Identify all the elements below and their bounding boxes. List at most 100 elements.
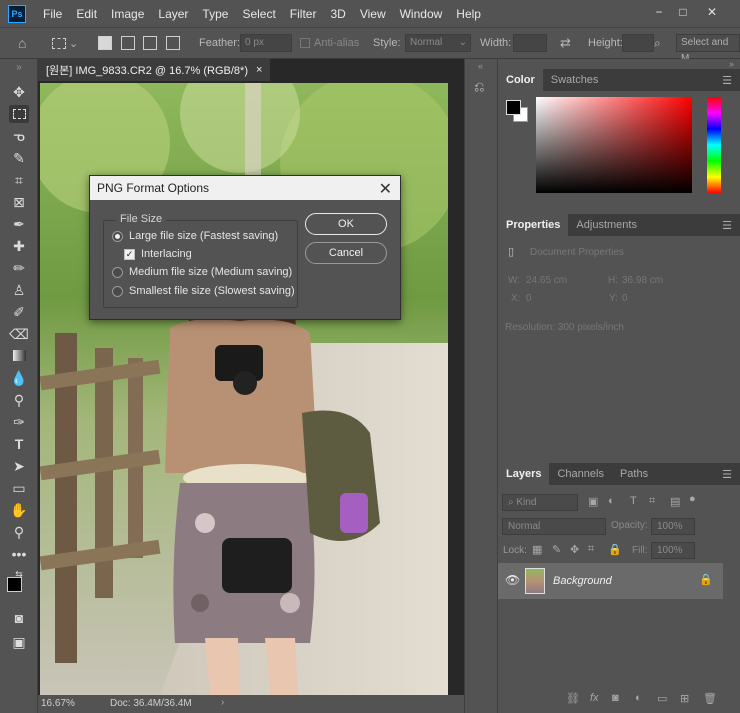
blend-mode-select[interactable]: Normal <box>502 518 606 535</box>
radio-smallest-file[interactable]: Smallest file size (Slowest saving) <box>112 285 295 297</box>
tab-layers[interactable]: Layers <box>498 463 550 485</box>
radio-button[interactable] <box>112 285 123 297</box>
gradient-tool-icon[interactable] <box>9 347 29 365</box>
minimize-button[interactable]: − <box>650 4 668 20</box>
tab-adjustments[interactable]: Adjustments <box>568 214 645 236</box>
quick-mask-icon[interactable]: ◙ <box>9 609 29 627</box>
width-input[interactable] <box>513 34 547 52</box>
document-tab[interactable]: [원본] IMG_9833.CR2 @ 16.7% (RGB/8*) × <box>38 59 271 81</box>
panel-menu-icon[interactable]: ☰ <box>722 468 732 481</box>
lasso-tool-icon[interactable]: ᓀ <box>9 127 29 145</box>
tab-paths[interactable]: Paths <box>612 463 656 485</box>
photoshop-logo[interactable]: Ps <box>8 4 26 23</box>
fx-icon[interactable]: fx <box>590 692 599 704</box>
menu-help[interactable]: Help <box>449 7 488 21</box>
panel-menu-icon[interactable]: ☰ <box>722 219 732 232</box>
more-tools-icon[interactable]: ••• <box>9 545 29 563</box>
tab-color[interactable]: Color <box>498 69 543 91</box>
eyedropper-tool-icon[interactable]: ✒ <box>9 215 29 233</box>
tab-channels[interactable]: Channels <box>549 463 611 485</box>
dodge-tool-icon[interactable]: ⚲ <box>9 391 29 409</box>
filter-toggle-icon[interactable]: ● <box>689 493 696 505</box>
marquee-tool-icon[interactable] <box>9 105 29 123</box>
lock-position-icon[interactable]: ✥ <box>570 543 579 556</box>
smart-object-filter-icon[interactable]: ▤ <box>670 495 680 508</box>
radio-large-file[interactable]: Large file size (Fastest saving) <box>112 230 278 242</box>
tab-properties[interactable]: Properties <box>498 214 569 236</box>
hand-tool-icon[interactable]: ✋ <box>9 501 29 519</box>
zoom-tool-icon[interactable]: ⚲ <box>9 523 29 541</box>
add-selection-icon[interactable] <box>121 36 135 50</box>
foreground-color-swatch[interactable] <box>7 577 22 592</box>
link-layers-icon[interactable]: ⛓ <box>566 692 580 705</box>
anti-alias-checkbox[interactable]: Anti-alias <box>300 28 359 58</box>
blur-tool-icon[interactable]: 💧 <box>9 369 29 387</box>
layer-name[interactable]: Background <box>553 575 612 587</box>
marquee-preset-icon[interactable]: ⌄ <box>52 28 78 58</box>
rectangle-tool-icon[interactable]: ▭ <box>9 479 29 497</box>
path-select-icon[interactable]: ➤ <box>9 457 29 475</box>
radio-button[interactable] <box>112 266 123 278</box>
shape-filter-icon[interactable]: ⌗ <box>649 495 655 508</box>
menu-layer[interactable]: Layer <box>151 7 195 21</box>
pixel-filter-icon[interactable]: ▣ <box>588 495 598 508</box>
zoom-level[interactable]: 16.67% <box>41 698 75 709</box>
type-tool-icon[interactable]: T <box>9 435 29 453</box>
panel-menu-icon[interactable]: ☰ <box>722 74 732 87</box>
hue-slider[interactable] <box>707 97 721 193</box>
new-selection-icon[interactable] <box>98 36 112 50</box>
menu-window[interactable]: Window <box>393 7 450 21</box>
new-layer-icon[interactable]: ⊞ <box>680 692 689 705</box>
new-group-icon[interactable]: ▭ <box>657 692 667 705</box>
feather-input[interactable]: 0 px <box>240 34 292 52</box>
quick-select-tool-icon[interactable]: ✎ <box>9 149 29 167</box>
select-and-mask-button[interactable]: Select and M <box>676 34 740 64</box>
status-menu-icon[interactable]: › <box>221 697 224 708</box>
height-input[interactable] <box>622 34 654 52</box>
style-select[interactable]: Normal ⌄ <box>405 34 471 52</box>
radio-medium-file[interactable]: Medium file size (Medium saving) <box>112 266 292 278</box>
menu-view[interactable]: View <box>353 7 393 21</box>
adjustment-filter-icon[interactable]: ◐ <box>608 495 615 507</box>
interlacing-checkbox[interactable]: ✓ Interlacing <box>124 248 192 260</box>
screen-mode-icon[interactable]: ▣ <box>9 633 29 651</box>
intersect-selection-icon[interactable] <box>166 36 180 50</box>
cancel-button[interactable]: Cancel <box>305 242 387 264</box>
close-window-button[interactable]: ✕ <box>703 4 721 20</box>
checkbox-checked-icon[interactable]: ✓ <box>124 248 135 260</box>
brush-tool-icon[interactable]: ✏ <box>9 259 29 277</box>
collapse-icon[interactable]: « <box>478 61 483 71</box>
opacity-input[interactable]: 100% <box>651 518 695 535</box>
history-panel-icon[interactable]: ⎌ <box>474 79 484 95</box>
delete-layer-icon[interactable]: 🗑 <box>703 692 717 705</box>
menu-filter[interactable]: Filter <box>283 7 324 21</box>
new-adjustment-icon[interactable]: ◐ <box>635 692 642 704</box>
fill-input[interactable]: 100% <box>651 542 695 559</box>
lock-image-icon[interactable]: ✎ <box>552 543 561 556</box>
healing-brush-icon[interactable]: ✚ <box>9 237 29 255</box>
visibility-eye-icon[interactable]: 👁 <box>505 573 520 587</box>
move-tool-icon[interactable]: ✥ <box>9 83 29 101</box>
lock-artboard-icon[interactable]: ⌗ <box>588 543 594 556</box>
maximize-button[interactable]: □ <box>674 4 692 20</box>
menu-file[interactable]: File <box>36 7 69 21</box>
tab-swatches[interactable]: Swatches <box>543 69 607 91</box>
foreground-color-swatch[interactable] <box>506 100 521 115</box>
layer-row-background[interactable]: 👁 Background 🔒 <box>498 563 723 599</box>
panels-collapse-icon[interactable]: » <box>729 59 734 69</box>
subtract-selection-icon[interactable] <box>143 36 157 50</box>
history-brush-icon[interactable]: ✐ <box>9 303 29 321</box>
menu-edit[interactable]: Edit <box>69 7 104 21</box>
menu-3d[interactable]: 3D <box>323 7 352 21</box>
pen-tool-icon[interactable]: ✑ <box>9 413 29 431</box>
lock-transparent-icon[interactable]: ▦ <box>532 543 542 556</box>
collapse-icon[interactable]: » <box>9 59 29 77</box>
eraser-tool-icon[interactable]: ⌫ <box>9 325 29 343</box>
crop-tool-icon[interactable]: ⌗ <box>9 171 29 189</box>
search-icon[interactable]: ⌕ <box>654 28 661 58</box>
home-icon[interactable]: ⌂ <box>18 28 26 58</box>
lock-all-icon[interactable]: 🔒 <box>608 543 622 556</box>
document-tab-close-icon[interactable]: × <box>256 64 262 76</box>
swap-icon[interactable]: ⇄ <box>560 28 571 58</box>
color-picker-field[interactable] <box>536 97 692 193</box>
